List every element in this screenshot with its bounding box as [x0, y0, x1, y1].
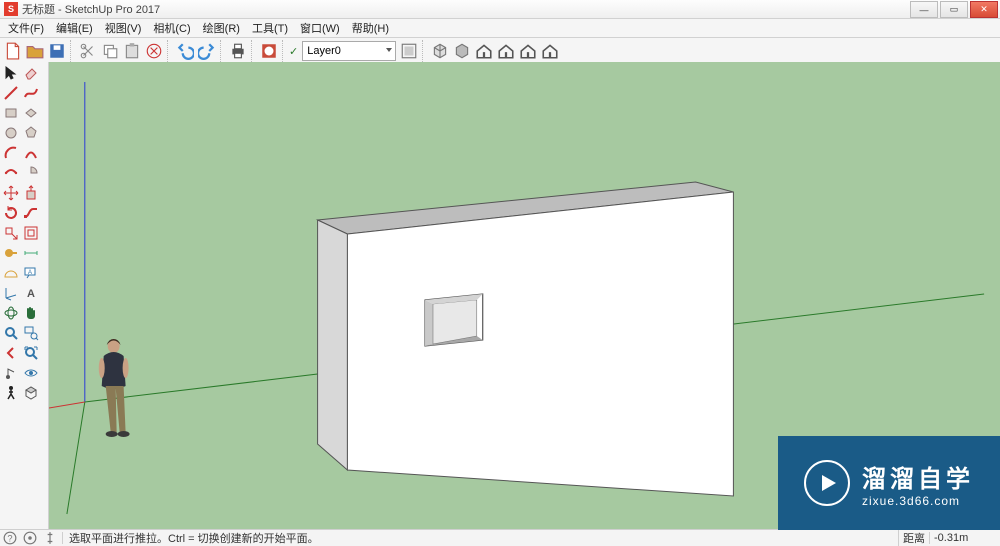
- zoom-window-icon[interactable]: [22, 324, 40, 342]
- rectangle-icon[interactable]: [2, 104, 20, 122]
- status-hint: 选取平面进行推拉。Ctrl = 切换创建新的开始平面。: [65, 530, 319, 546]
- pushpull-icon[interactable]: [22, 184, 40, 202]
- model-info-icon[interactable]: [259, 41, 279, 61]
- window-title: 无标题 - SketchUp Pro 2017: [22, 1, 160, 17]
- zoom-icon[interactable]: [2, 324, 20, 342]
- previous-icon[interactable]: [2, 344, 20, 362]
- watermark: 溜溜自学 zixue.3d66.com: [778, 436, 1000, 530]
- delete-icon[interactable]: [144, 41, 164, 61]
- maximize-button[interactable]: ▭: [940, 1, 968, 18]
- walk-icon[interactable]: [2, 384, 20, 402]
- cut-icon[interactable]: [78, 41, 98, 61]
- eraser-icon[interactable]: [22, 64, 40, 82]
- layer-combo[interactable]: Layer0: [302, 41, 396, 61]
- zoom-extents-icon[interactable]: [22, 344, 40, 362]
- close-button[interactable]: ✕: [970, 1, 998, 18]
- layer-check-icon: ✓: [289, 45, 298, 58]
- select-icon[interactable]: [2, 64, 20, 82]
- title-bar: S 无标题 - SketchUp Pro 2017 — ▭ ✕: [0, 0, 1000, 19]
- 3dtext-icon[interactable]: A: [22, 284, 40, 302]
- house4-icon[interactable]: [540, 41, 560, 61]
- status-bar: ? 选取平面进行推拉。Ctrl = 切换创建新的开始平面。 距离 -0.31m: [0, 529, 1000, 546]
- house1-icon[interactable]: [474, 41, 494, 61]
- menu-item[interactable]: 文件(F): [2, 19, 50, 37]
- paint-bucket-icon[interactable]: [452, 41, 472, 61]
- make-component-icon[interactable]: [430, 41, 450, 61]
- credits-icon[interactable]: [43, 531, 57, 545]
- open-icon[interactable]: [25, 41, 45, 61]
- svg-text:?: ?: [7, 534, 12, 544]
- freehand-icon[interactable]: [22, 84, 40, 102]
- menu-item[interactable]: 视图(V): [99, 19, 148, 37]
- pie-icon[interactable]: [22, 164, 40, 182]
- house3-icon[interactable]: [518, 41, 538, 61]
- svg-text:A: A: [28, 270, 32, 276]
- axes-icon[interactable]: [2, 284, 20, 302]
- tape-icon[interactable]: [2, 244, 20, 262]
- help-icon[interactable]: ?: [3, 531, 17, 545]
- two-point-arc-icon[interactable]: [22, 144, 40, 162]
- menu-item[interactable]: 帮助(H): [346, 19, 395, 37]
- new-icon[interactable]: [3, 41, 23, 61]
- lookaround-icon[interactable]: [22, 364, 40, 382]
- layer-current: Layer0: [307, 45, 341, 57]
- text-icon[interactable]: A: [22, 264, 40, 282]
- menu-item[interactable]: 窗口(W): [294, 19, 346, 37]
- geo-icon[interactable]: [23, 531, 37, 545]
- play-icon: [804, 460, 850, 506]
- undo-icon[interactable]: [175, 41, 195, 61]
- circle-icon[interactable]: [2, 124, 20, 142]
- menu-bar: 文件(F)编辑(E)视图(V)相机(C)绘图(R)工具(T)窗口(W)帮助(H): [0, 19, 1000, 38]
- standard-toolbar: ✓ Layer0: [0, 38, 1000, 65]
- offset-icon[interactable]: [22, 224, 40, 242]
- three-point-arc-icon[interactable]: [2, 164, 20, 182]
- app-icon: S: [4, 2, 18, 16]
- menu-item[interactable]: 相机(C): [147, 19, 196, 37]
- menu-item[interactable]: 绘图(R): [197, 19, 246, 37]
- vcb-value[interactable]: -0.31m: [929, 532, 1000, 544]
- rotated-rect-icon[interactable]: [22, 104, 40, 122]
- line-icon[interactable]: [2, 84, 20, 102]
- pan-icon[interactable]: [22, 304, 40, 322]
- followme-icon[interactable]: [22, 204, 40, 222]
- save-icon[interactable]: [47, 41, 67, 61]
- polygon-icon[interactable]: [22, 124, 40, 142]
- watermark-title: 溜溜自学: [862, 459, 974, 494]
- window-controls: — ▭ ✕: [908, 1, 998, 18]
- rotate-icon[interactable]: [2, 204, 20, 222]
- watermark-url: zixue.3d66.com: [862, 494, 960, 508]
- section-icon[interactable]: [22, 384, 40, 402]
- protractor-icon[interactable]: [2, 264, 20, 282]
- copy-icon[interactable]: [100, 41, 120, 61]
- layer-manager-icon[interactable]: [399, 41, 419, 61]
- arc-icon[interactable]: [2, 144, 20, 162]
- house2-icon[interactable]: [496, 41, 516, 61]
- tool-palette: AA: [0, 62, 49, 530]
- svg-text:A: A: [27, 288, 35, 300]
- menu-item[interactable]: 编辑(E): [50, 19, 99, 37]
- minimize-button[interactable]: —: [910, 1, 938, 18]
- orbit-icon[interactable]: [2, 304, 20, 322]
- vcb-label: 距离: [898, 530, 929, 546]
- move-icon[interactable]: [2, 184, 20, 202]
- dimension-icon[interactable]: [22, 244, 40, 262]
- scale-icon[interactable]: [2, 224, 20, 242]
- redo-icon[interactable]: [197, 41, 217, 61]
- position-camera-icon[interactable]: [2, 364, 20, 382]
- menu-item[interactable]: 工具(T): [246, 19, 294, 37]
- paste-icon[interactable]: [122, 41, 142, 61]
- print-icon[interactable]: [228, 41, 248, 61]
